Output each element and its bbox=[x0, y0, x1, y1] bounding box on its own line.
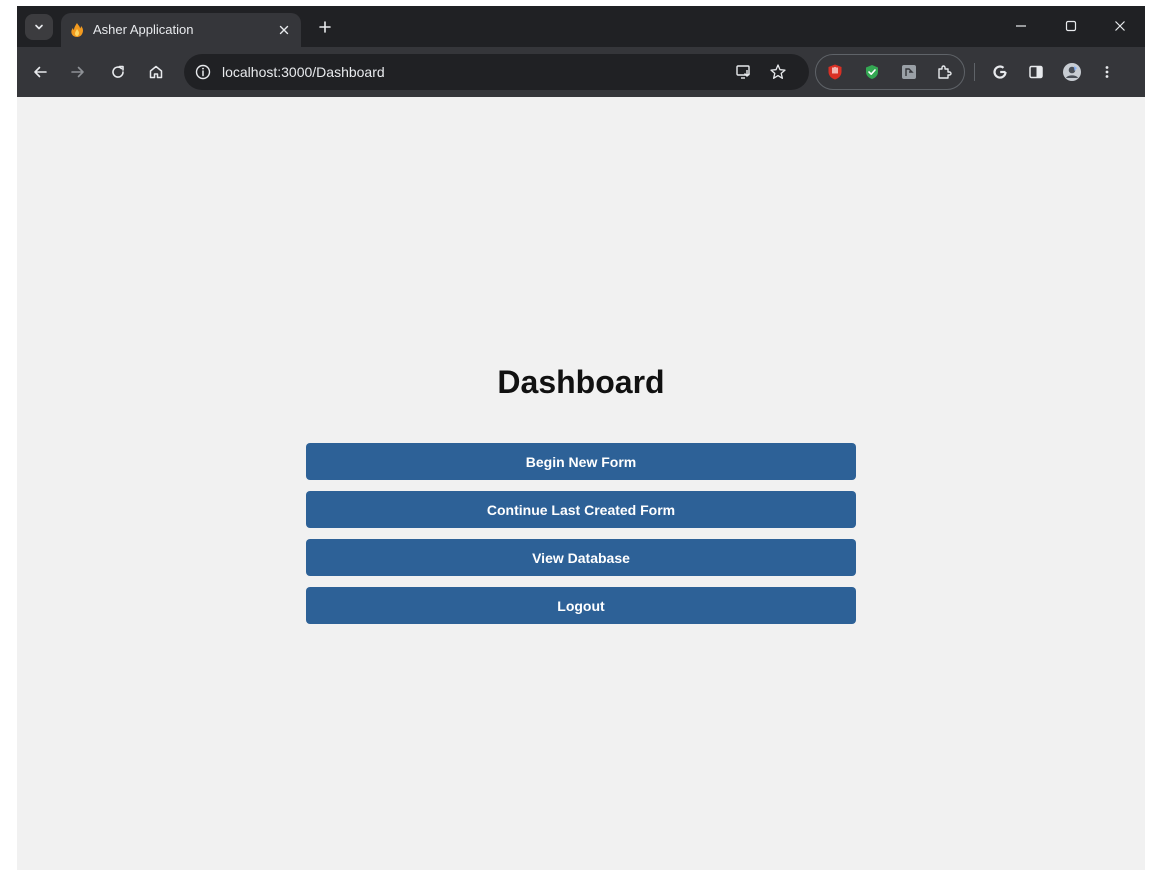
view-database-button[interactable]: View Database bbox=[306, 539, 856, 576]
kebab-menu-icon bbox=[1099, 64, 1115, 80]
logout-button[interactable]: Logout bbox=[306, 587, 856, 624]
google-button[interactable] bbox=[987, 59, 1013, 85]
tab-title: Asher Application bbox=[93, 22, 194, 37]
side-panel-button[interactable] bbox=[1023, 59, 1049, 85]
tab-asher-application[interactable]: Asher Application bbox=[61, 13, 301, 47]
chevron-down-icon bbox=[34, 22, 44, 32]
begin-new-form-button[interactable]: Begin New Form bbox=[306, 443, 856, 480]
info-icon[interactable] bbox=[194, 63, 212, 81]
minimize-icon bbox=[1015, 20, 1027, 32]
avatar-icon bbox=[1062, 62, 1082, 82]
forward-button[interactable] bbox=[65, 59, 91, 85]
extension-tile-icon[interactable] bbox=[900, 63, 918, 81]
reload-icon bbox=[110, 64, 126, 80]
google-icon bbox=[992, 64, 1008, 80]
install-app-icon[interactable] bbox=[735, 63, 753, 81]
continue-last-created-form-button[interactable]: Continue Last Created Form bbox=[306, 491, 856, 528]
toolbar-divider bbox=[974, 63, 975, 81]
fire-hand-icon bbox=[69, 22, 85, 38]
browser-toolbar: localhost:3000/Dashboard bbox=[17, 47, 1145, 97]
profile-button[interactable] bbox=[1059, 59, 1085, 85]
maximize-icon bbox=[1065, 20, 1077, 32]
reload-button[interactable] bbox=[105, 59, 131, 85]
side-panel-icon bbox=[1028, 64, 1044, 80]
close-icon bbox=[1114, 20, 1126, 32]
home-button[interactable] bbox=[143, 59, 169, 85]
plus-icon bbox=[319, 21, 331, 33]
window-close-button[interactable] bbox=[1098, 12, 1142, 40]
maximize-button[interactable] bbox=[1049, 12, 1093, 40]
back-arrow-icon bbox=[32, 64, 48, 80]
browser-window: Asher Application localhost:3000/Dashboa… bbox=[17, 6, 1145, 870]
extensions-group bbox=[815, 54, 965, 90]
minimize-button[interactable] bbox=[999, 12, 1043, 40]
shield-check-icon[interactable] bbox=[863, 63, 881, 81]
page-title: Dashboard bbox=[497, 364, 665, 400]
url-text[interactable]: localhost:3000/Dashboard bbox=[222, 64, 385, 80]
home-icon bbox=[148, 64, 164, 80]
dashboard-page: Dashboard Begin New Form Continue Last C… bbox=[17, 97, 1145, 870]
address-bar[interactable]: localhost:3000/Dashboard bbox=[184, 54, 809, 90]
back-button[interactable] bbox=[27, 59, 53, 85]
browser-menu-button[interactable] bbox=[1094, 59, 1120, 85]
ublock-icon[interactable] bbox=[826, 63, 844, 81]
tab-search-button[interactable] bbox=[25, 14, 53, 40]
tab-strip: Asher Application bbox=[17, 6, 1145, 47]
star-icon[interactable] bbox=[769, 63, 787, 81]
puzzle-icon[interactable] bbox=[936, 63, 954, 81]
new-tab-button[interactable] bbox=[314, 16, 336, 38]
close-icon[interactable] bbox=[275, 21, 293, 39]
forward-arrow-icon bbox=[70, 64, 86, 80]
